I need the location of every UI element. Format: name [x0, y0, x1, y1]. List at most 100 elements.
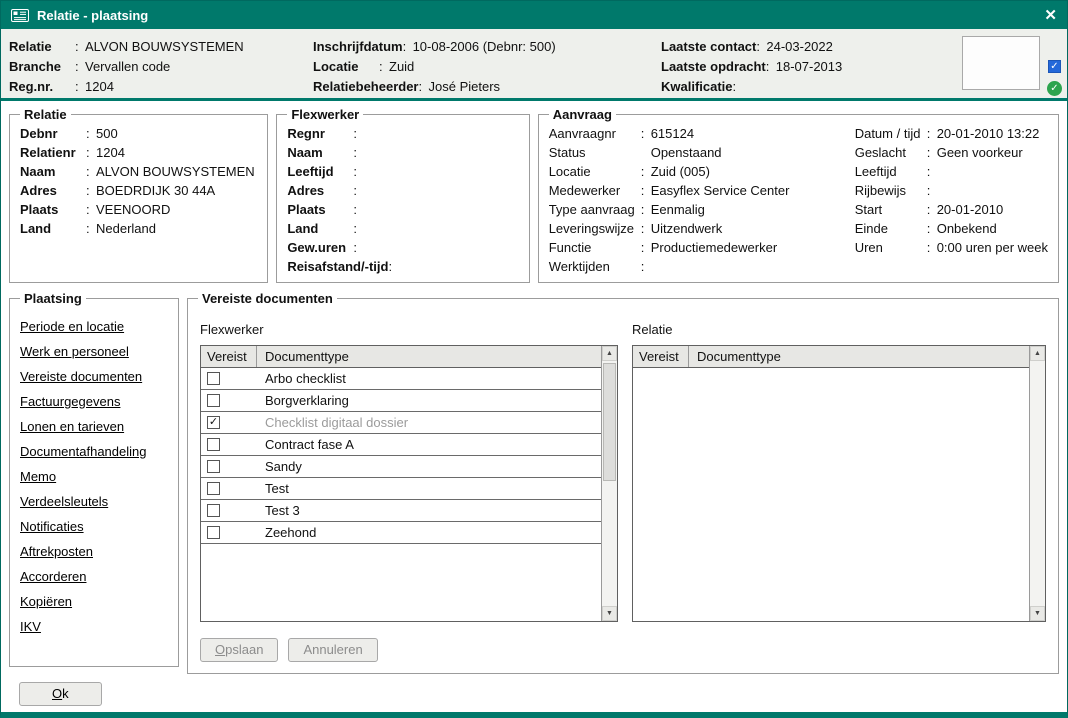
- field-row: Datum / tijd:20-01-2010 13:22: [855, 124, 1048, 143]
- field-row: Reisafstand/-tijd:: [287, 257, 518, 276]
- plaatsing-nav-panel: Plaatsing Periode en locatie Werk en per…: [9, 291, 179, 667]
- doc-label: Checklist digitaal dossier: [257, 415, 601, 430]
- scrollbar[interactable]: ▲ ▼: [601, 346, 617, 621]
- flexwerker-panel: Flexwerker Regnr: Naam: Leeftijd: Adres:…: [276, 107, 529, 283]
- doc-checkbox[interactable]: ✓: [207, 416, 220, 429]
- table-row[interactable]: Sandy: [201, 456, 601, 478]
- doc-checkbox[interactable]: [207, 482, 220, 495]
- column-header-documenttype: Documenttype: [257, 346, 601, 367]
- field-row: Functie:Productiemedewerker: [549, 238, 855, 257]
- sidebar-link-vereiste-documenten[interactable]: Vereiste documenten: [20, 370, 142, 383]
- relatie-plaatsing-window: Relatie - plaatsing ✕ Relatie:ALVON BOUW…: [0, 0, 1068, 718]
- field-row: Debnr:500: [20, 124, 257, 143]
- field-row: Leeftijd:: [855, 162, 1048, 181]
- field-row: Land:Nederland: [20, 219, 257, 238]
- field-row: Plaats:: [287, 200, 518, 219]
- aanvraag-right-column: Datum / tijd:20-01-2010 13:22 Geslacht:G…: [855, 124, 1048, 276]
- relation-summary-header: Relatie:ALVON BOUWSYSTEMEN Branche:Verva…: [1, 29, 1067, 101]
- field-row: Einde:Onbekend: [855, 219, 1048, 238]
- plaatsing-panel-legend: Plaatsing: [20, 291, 86, 306]
- sidebar-link-notificaties[interactable]: Notificaties: [20, 520, 84, 533]
- doc-label: Arbo checklist: [257, 371, 601, 386]
- sidebar-link-documentafhandeling[interactable]: Documentafhandeling: [20, 445, 146, 458]
- vereiste-documenten-panel: Vereiste documenten Flexwerker Vereist D…: [187, 291, 1059, 674]
- doc-label: Sandy: [257, 459, 601, 474]
- field-row: Start:20-01-2010: [855, 200, 1048, 219]
- scroll-down-icon[interactable]: ▼: [602, 606, 617, 621]
- doc-checkbox[interactable]: [207, 460, 220, 473]
- doc-checkbox[interactable]: [207, 394, 220, 407]
- sidebar-link-factuurgegevens[interactable]: Factuurgegevens: [20, 395, 120, 408]
- field-row: Rijbewijs:: [855, 181, 1048, 200]
- table-row[interactable]: Contract fase A: [201, 434, 601, 456]
- window-title: Relatie - plaatsing: [37, 8, 148, 23]
- field-row: Medewerker:Easyflex Service Center: [549, 181, 855, 200]
- table-row[interactable]: ✓ Checklist digitaal dossier: [201, 412, 601, 434]
- close-icon[interactable]: ✕: [1044, 8, 1057, 23]
- opslaan-button[interactable]: Opslaan: [200, 638, 278, 662]
- field-row: Uren:0:00 uren per week: [855, 238, 1048, 257]
- header-field: Locatie:Zuid: [313, 57, 556, 77]
- header-field: Kwalificatie:: [661, 77, 842, 97]
- header-field: Relatiebeheerder:José Pieters: [313, 77, 556, 97]
- doc-checkbox[interactable]: [207, 372, 220, 385]
- sidebar-link-werk-en-personeel[interactable]: Werk en personeel: [20, 345, 129, 358]
- sidebar-link-kopieren[interactable]: Kopiëren: [20, 595, 72, 608]
- doc-checkbox[interactable]: [207, 438, 220, 451]
- window-icon: [11, 9, 29, 22]
- sidebar-link-verdeelsleutels[interactable]: Verdeelsleutels: [20, 495, 108, 508]
- header-field: Laatste opdracht:18-07-2013: [661, 57, 842, 77]
- relatie-documents-title: Relatie: [632, 322, 1046, 337]
- scrollbar-thumb[interactable]: [603, 363, 616, 481]
- table-row[interactable]: Borgverklaring: [201, 390, 601, 412]
- header-field: Relatie:ALVON BOUWSYSTEMEN: [9, 37, 244, 57]
- relatie-documents-section: Relatie Vereist Documenttype ▲: [632, 308, 1046, 662]
- header-column-inschrijving: Inschrijfdatum:10-08-2006 (Debnr: 500) L…: [313, 37, 556, 97]
- relatie-panel-legend: Relatie: [20, 107, 71, 122]
- field-row: Type aanvraag:Eenmalig: [549, 200, 855, 219]
- annuleren-button[interactable]: Annuleren: [288, 638, 377, 662]
- aanvraag-panel-legend: Aanvraag: [549, 107, 616, 122]
- sidebar-link-accorderen[interactable]: Accorderen: [20, 570, 86, 583]
- sidebar-link-periode-en-locatie[interactable]: Periode en locatie: [20, 320, 124, 333]
- sidebar-link-ikv[interactable]: IKV: [20, 620, 41, 633]
- table-row[interactable]: Arbo checklist: [201, 368, 601, 390]
- field-row: Adres:BOEDRDIJK 30 44A: [20, 181, 257, 200]
- table-row[interactable]: Test: [201, 478, 601, 500]
- field-row: Land:: [287, 219, 518, 238]
- scrollbar[interactable]: ▲ ▼: [1029, 346, 1045, 621]
- table-header: Vereist Documenttype: [201, 346, 601, 368]
- header-field: Laatste contact:24-03-2022: [661, 37, 842, 57]
- scroll-up-icon[interactable]: ▲: [602, 346, 617, 361]
- field-row: Gew.uren:: [287, 238, 518, 257]
- field-row: Adres:: [287, 181, 518, 200]
- sidebar-link-lonen-en-tarieven[interactable]: Lonen en tarieven: [20, 420, 124, 433]
- header-column-relatie: Relatie:ALVON BOUWSYSTEMEN Branche:Verva…: [9, 37, 244, 97]
- field-row: Plaats:VEENOORD: [20, 200, 257, 219]
- ok-button[interactable]: Ok: [19, 682, 102, 706]
- titlebar: Relatie - plaatsing ✕: [1, 1, 1067, 29]
- vereiste-documenten-legend: Vereiste documenten: [198, 291, 337, 306]
- table-row[interactable]: Zeehond: [201, 522, 601, 544]
- aanvraag-left-column: Aanvraagnr:615124 StatusOpenstaand Locat…: [549, 124, 855, 276]
- column-header-vereist: Vereist: [201, 346, 257, 367]
- doc-label: Test 3: [257, 503, 601, 518]
- table-header: Vereist Documenttype: [633, 346, 1029, 368]
- field-row: StatusOpenstaand: [549, 143, 855, 162]
- table-row[interactable]: Test 3: [201, 500, 601, 522]
- relatie-documents-table: Vereist Documenttype ▲ ▼: [632, 345, 1046, 622]
- sidebar-link-aftrekposten[interactable]: Aftrekposten: [20, 545, 93, 558]
- scroll-up-icon[interactable]: ▲: [1030, 346, 1045, 361]
- sidebar-link-memo[interactable]: Memo: [20, 470, 56, 483]
- column-header-vereist: Vereist: [633, 346, 689, 367]
- doc-label: Borgverklaring: [257, 393, 601, 408]
- header-column-laatste: Laatste contact:24-03-2022 Laatste opdra…: [661, 37, 842, 97]
- scroll-down-icon[interactable]: ▼: [1030, 606, 1045, 621]
- field-row: Relatienr:1204: [20, 143, 257, 162]
- header-checkbox[interactable]: ✓: [1048, 60, 1061, 73]
- doc-checkbox[interactable]: [207, 504, 220, 517]
- field-row: Locatie:Zuid (005): [549, 162, 855, 181]
- doc-checkbox[interactable]: [207, 526, 220, 539]
- footer: Ok: [9, 674, 1059, 706]
- field-row: Regnr:: [287, 124, 518, 143]
